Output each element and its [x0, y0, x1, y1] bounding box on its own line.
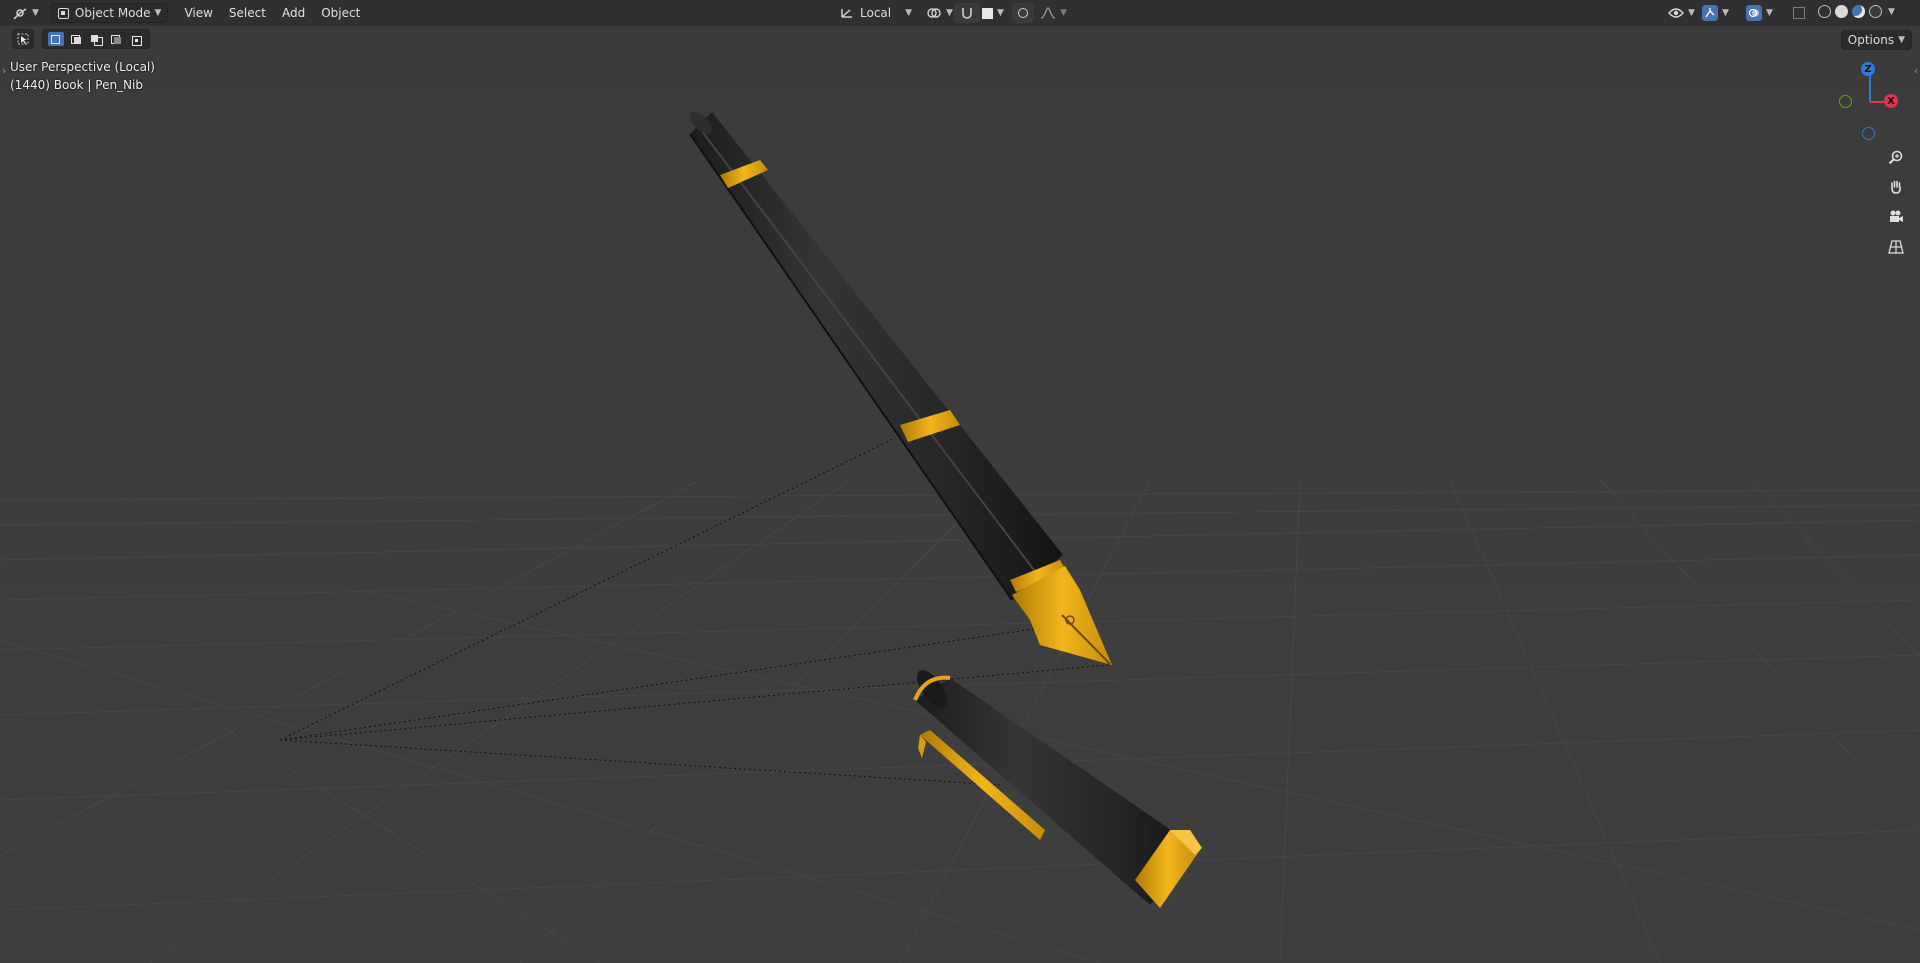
select-invert-icon[interactable]	[108, 32, 124, 46]
chevron-down-icon: ▼	[997, 8, 1004, 18]
falloff-dropdown[interactable]: ▼	[1034, 3, 1073, 23]
snap-icon	[962, 8, 972, 19]
menu-object[interactable]: Object	[313, 3, 368, 23]
select-set-icon[interactable]	[48, 32, 64, 46]
3d-viewport[interactable]	[0, 0, 1920, 963]
object-info-label: (1440) Book | Pen_Nib	[10, 78, 143, 92]
menu-add[interactable]: Add	[274, 3, 313, 23]
snap-target-dropdown[interactable]: ▼	[976, 3, 1010, 23]
xray-icon	[1793, 7, 1805, 19]
view-name-label: User Perspective (Local)	[10, 60, 155, 74]
gizmo-toggle[interactable]: ▼	[1700, 3, 1731, 23]
pivot-icon	[927, 8, 941, 18]
chevron-down-icon: ▼	[1898, 35, 1905, 45]
chevron-down-icon: ▼	[905, 8, 913, 18]
gizmo-x-axis[interactable]: X	[1884, 94, 1898, 108]
chevron-down-icon: ▼	[1688, 8, 1695, 18]
chevron-down-icon[interactable]: ▼	[1888, 7, 1895, 17]
orientation-label: Local	[860, 6, 892, 20]
menu-view[interactable]: View	[176, 3, 220, 23]
object-mode-icon	[57, 7, 69, 19]
wireframe-shading-icon[interactable]	[1818, 5, 1831, 18]
gizmo-z-axis[interactable]: Z	[1861, 62, 1875, 76]
zoom-icon	[1888, 150, 1903, 165]
visibility-icon	[1668, 8, 1684, 18]
ortho-grid-icon	[1888, 240, 1904, 254]
falloff-curve-icon	[1040, 7, 1056, 19]
proportional-edit-toggle[interactable]	[1012, 3, 1034, 23]
ortho-toggle-button[interactable]	[1884, 235, 1908, 259]
xray-toggle[interactable]	[1790, 3, 1808, 23]
camera-icon	[1890, 210, 1903, 222]
gizmo-neg-z-axis[interactable]	[1862, 127, 1875, 140]
overlay-icon	[1746, 5, 1762, 21]
overlay-toggle[interactable]: ▼	[1744, 3, 1775, 23]
chevron-down-icon: ▼	[1766, 8, 1773, 18]
pan-hand-icon	[1891, 180, 1901, 194]
3d-viewport-icon	[13, 8, 27, 20]
proportional-edit-icon	[1018, 8, 1028, 18]
material-preview-shading-icon[interactable]	[1852, 5, 1865, 18]
options-label: Options	[1847, 33, 1895, 47]
active-tool-button[interactable]	[12, 29, 34, 49]
chevron-down-icon: ▼	[154, 8, 162, 18]
rendered-shading-icon[interactable]	[1869, 5, 1882, 18]
selection-mode-group	[42, 29, 150, 49]
sidebar-region-toggle[interactable]: ‹	[1914, 66, 1918, 77]
gizmo-icon	[1702, 5, 1718, 21]
chevron-down-icon: ▼	[1722, 8, 1729, 18]
select-extend-icon[interactable]	[68, 32, 84, 46]
mode-label: Object Mode	[74, 6, 151, 20]
options-dropdown[interactable]: Options ▼	[1840, 30, 1912, 50]
visibility-dropdown[interactable]: ▼	[1662, 3, 1701, 23]
menu-select[interactable]: Select	[221, 3, 274, 23]
snap-increment-icon	[982, 7, 993, 19]
select-subtract-icon[interactable]	[88, 32, 104, 46]
viewport-header: ▼ Object Mode ▼ View Select Add Object L…	[0, 0, 1920, 26]
zoom-button[interactable]	[1884, 145, 1908, 169]
shading-mode-group: ▼	[1816, 5, 1895, 18]
chevron-down-icon: ▼	[1060, 8, 1067, 18]
cursor-select-icon	[17, 33, 29, 45]
select-intersect-icon[interactable]	[128, 32, 144, 46]
pan-button[interactable]	[1884, 175, 1908, 199]
toolbar-region-toggle[interactable]: ›	[2, 66, 6, 77]
gizmo-z-label: Z	[1864, 63, 1872, 75]
transform-orientation-dropdown[interactable]: Local ▼	[834, 3, 918, 23]
gizmo-neg-y-axis[interactable]	[1839, 95, 1852, 108]
orientation-icon	[841, 9, 852, 18]
solid-shading-icon[interactable]	[1835, 5, 1848, 18]
chevron-down-icon: ▼	[946, 8, 953, 18]
editor-type-button[interactable]: ▼	[6, 3, 45, 23]
tool-row	[12, 28, 150, 50]
chevron-down-icon: ▼	[32, 8, 39, 18]
gizmo-x-label: X	[1887, 95, 1895, 107]
mode-dropdown[interactable]: Object Mode ▼	[50, 3, 169, 23]
camera-view-button[interactable]	[1884, 205, 1908, 229]
